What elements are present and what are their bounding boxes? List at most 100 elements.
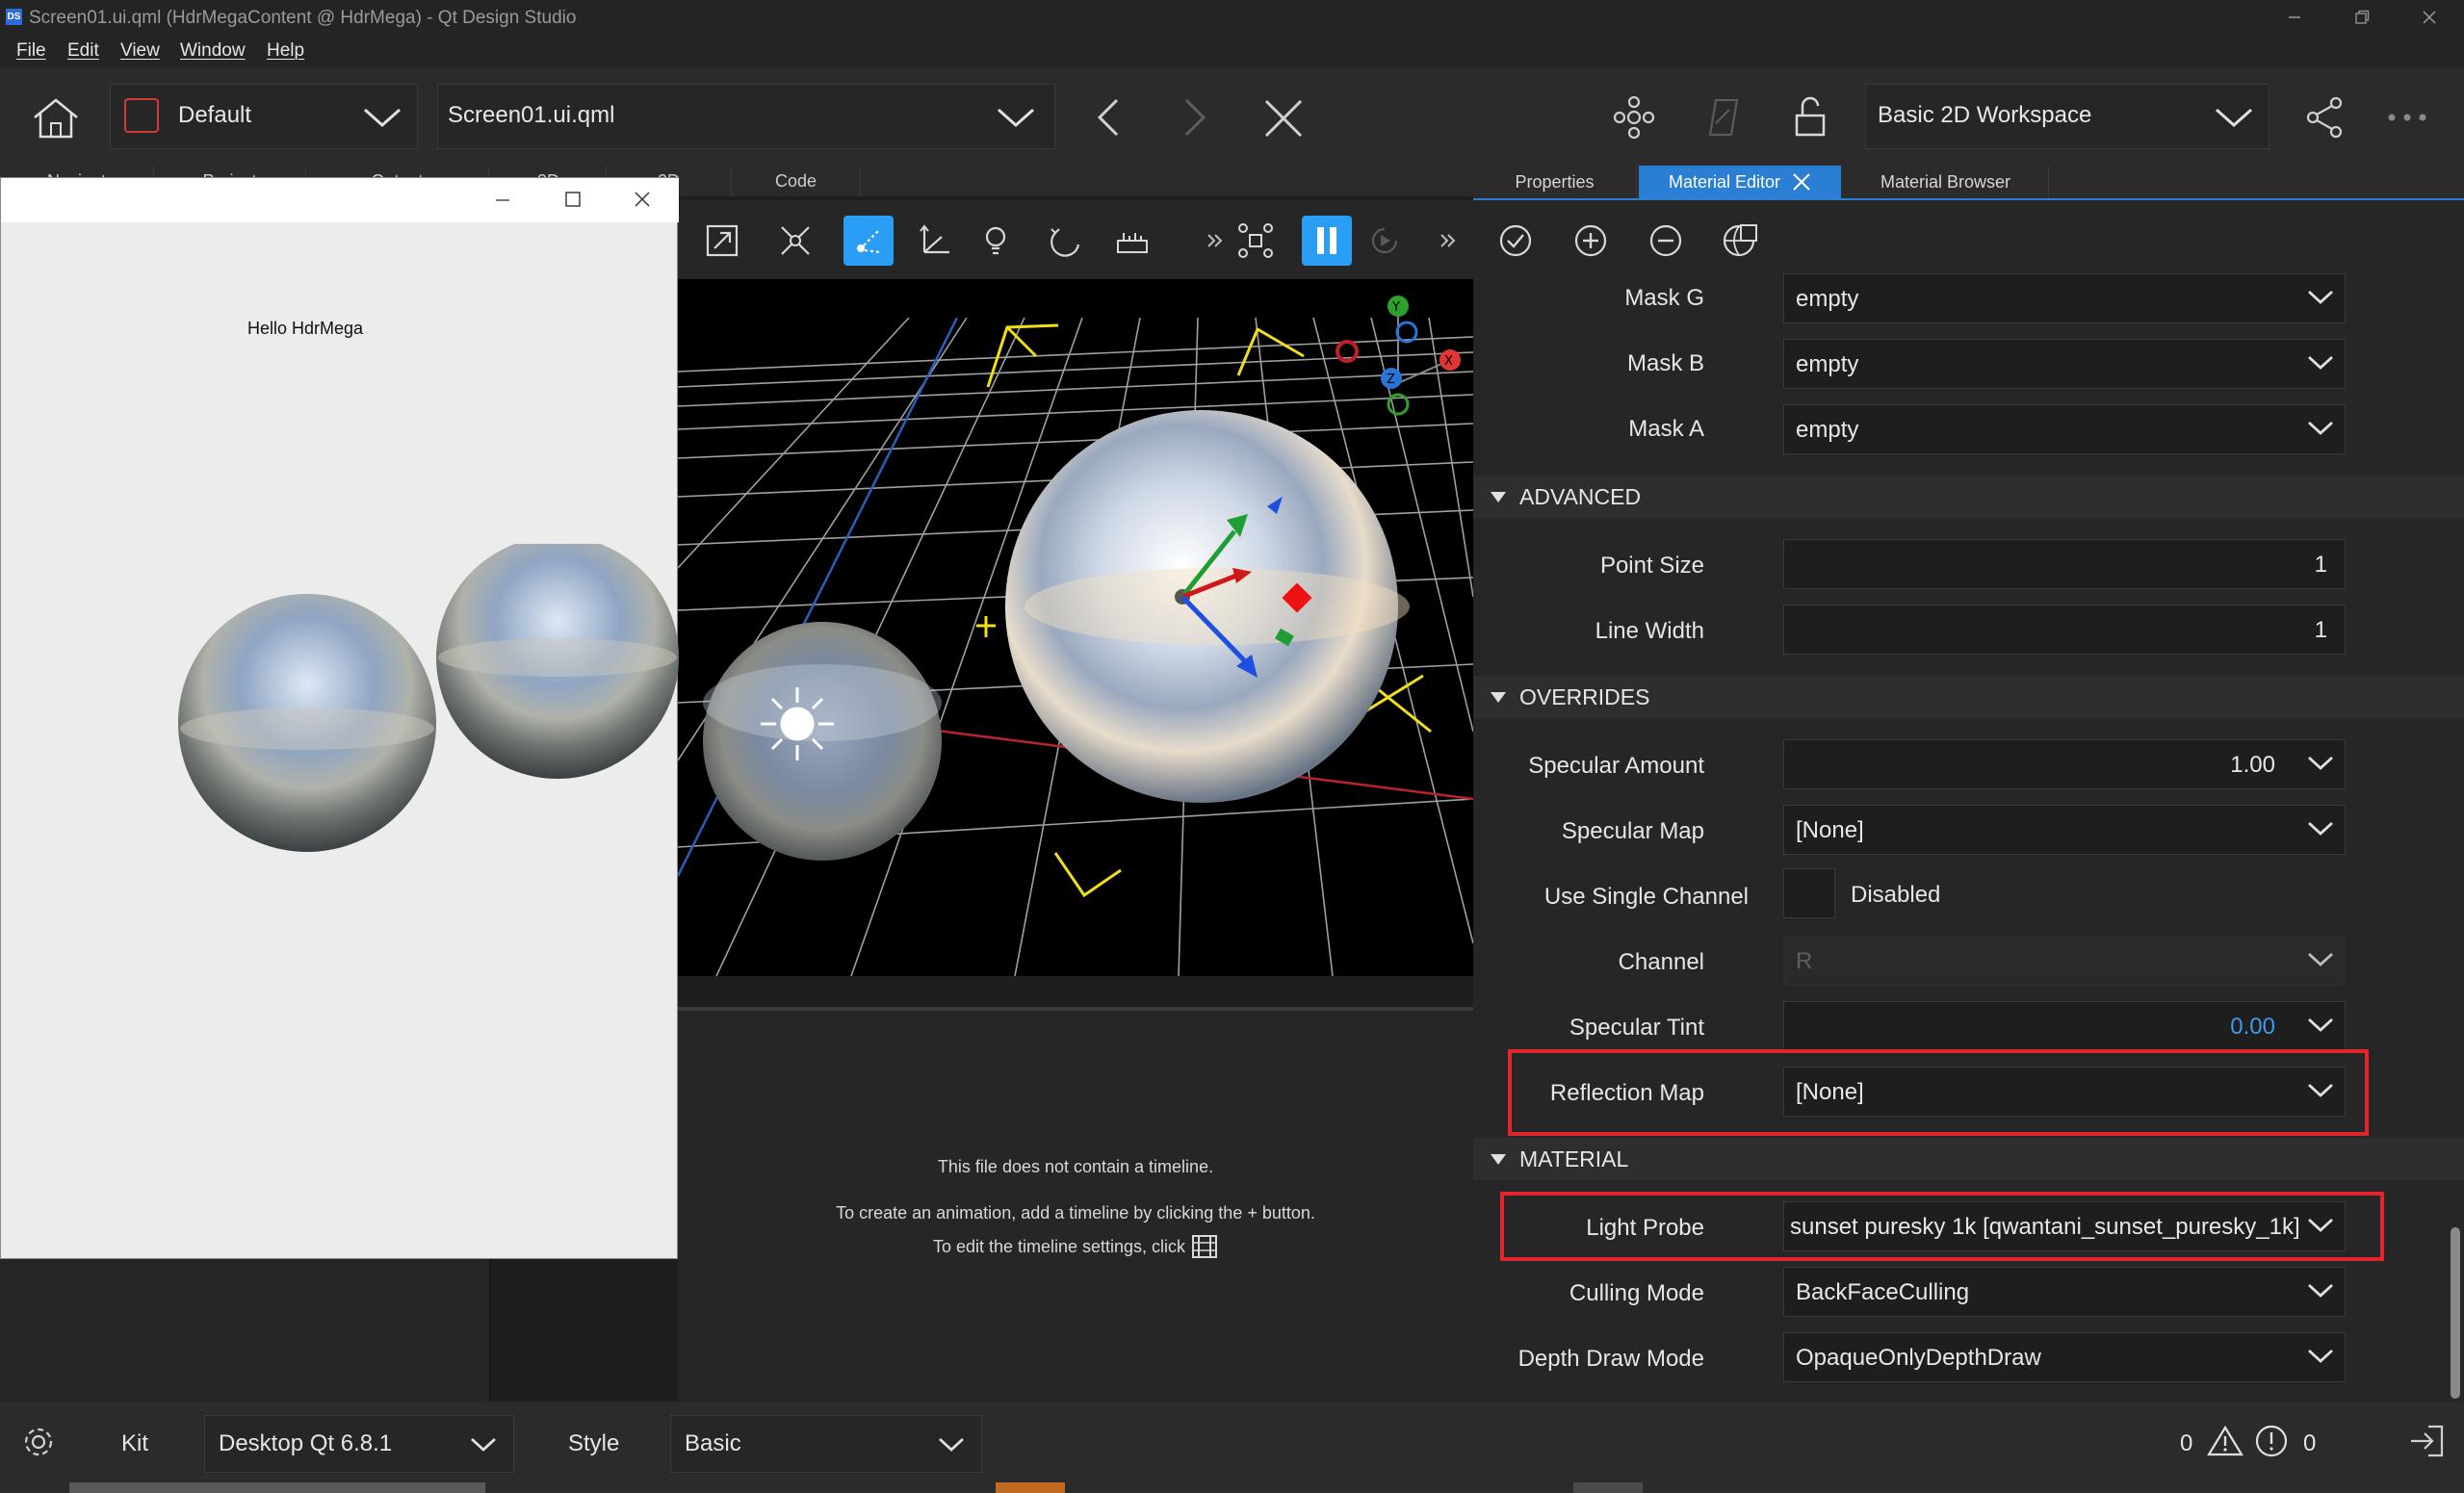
3d-viewport[interactable]: Y X Z: [678, 279, 1473, 976]
back-button[interactable]: [1094, 96, 1123, 139]
specular-amount-spinbox[interactable]: 1.00: [1783, 739, 2346, 789]
tab-properties[interactable]: Properties: [1473, 166, 1637, 198]
preset-label: Default: [178, 102, 252, 128]
specular-map-combobox[interactable]: [None]: [1783, 805, 2346, 855]
double-chevron-icon: [1207, 234, 1223, 247]
timeline-settings-text: To edit the timeline settings, click: [932, 1236, 1186, 1256]
apply-material-button[interactable]: [1498, 223, 1533, 258]
more-button[interactable]: [2386, 112, 2428, 123]
svg-text:X: X: [1444, 354, 1453, 369]
rotate-button[interactable]: [1042, 216, 1092, 266]
preview-minimize-button[interactable]: [494, 192, 511, 209]
inspector-tabs: Properties Material Editor Material Brow…: [1473, 166, 2464, 201]
add-material-button[interactable]: [1573, 223, 1608, 258]
restart-button[interactable]: [1360, 216, 1410, 266]
pause-icon: [1317, 227, 1336, 254]
workspace-selector[interactable]: Basic 2D Workspace: [1865, 84, 2269, 149]
svg-text:Z: Z: [1387, 373, 1395, 387]
overflow-button[interactable]: [1423, 216, 1473, 266]
svg-text:Y: Y: [1391, 300, 1400, 315]
section-advanced[interactable]: ADVANCED: [1473, 476, 2464, 518]
style-selector[interactable]: Basic: [670, 1415, 982, 1473]
section-overrides[interactable]: OVERRIDES: [1473, 676, 2464, 718]
film-icon[interactable]: [1191, 1234, 1218, 1259]
chevron-down-icon: [2308, 355, 2333, 370]
tab-material-browser[interactable]: Material Browser: [1843, 166, 2049, 198]
menu-window[interactable]: Window: [180, 40, 246, 62]
preview-close-button[interactable]: [633, 190, 652, 209]
move-icon: [920, 224, 949, 254]
menu-file[interactable]: File: [16, 40, 46, 62]
culling-mode-combobox[interactable]: BackFaceCulling: [1783, 1267, 2346, 1317]
menu-edit[interactable]: Edit: [67, 40, 99, 62]
document-selector[interactable]: Screen01.ui.qml: [437, 84, 1055, 149]
share-button[interactable]: [2305, 96, 2344, 139]
remove-material-button[interactable]: [1648, 223, 1683, 258]
specular-tint-spinbox[interactable]: 0.00: [1783, 1001, 2346, 1051]
select-button[interactable]: [843, 216, 894, 266]
chevron-down-icon: [2216, 108, 2252, 128]
main-toolbar: Default Screen01.ui.qml Basic 2D Workspa…: [0, 67, 2464, 167]
chevron-down-icon: [2308, 952, 2333, 966]
specular-amount-label: Specular Amount: [1528, 753, 1704, 779]
style-label: Style: [568, 1430, 620, 1456]
menu-help[interactable]: Help: [267, 40, 304, 62]
restore-button[interactable]: [2333, 0, 2391, 35]
close-icon: [2423, 11, 2436, 24]
section-material[interactable]: MATERIAL: [1473, 1138, 2464, 1180]
error-count: 0: [2303, 1430, 2317, 1456]
tab-code[interactable]: Code: [732, 166, 861, 196]
chevron-down-icon: [471, 1437, 496, 1452]
plus-circle-icon: [1574, 224, 1607, 257]
snap-button[interactable]: [770, 216, 820, 266]
pause-button[interactable]: [1302, 216, 1352, 266]
kit-label: Kit: [121, 1430, 149, 1456]
rotate-icon: [1050, 228, 1080, 257]
tab-material-editor[interactable]: Material Editor: [1639, 166, 1841, 198]
properties-scrollbar[interactable]: [2451, 1227, 2460, 1399]
more-icon: [2388, 114, 2426, 121]
minimize-button[interactable]: [2266, 0, 2323, 35]
preview-env-button[interactable]: [1722, 221, 1760, 260]
preset-color-swatch: [124, 98, 159, 133]
light-button[interactable]: [971, 216, 1021, 266]
close-button[interactable]: [2400, 0, 2458, 35]
timeline-hint-text: To create an animation, add a timeline b…: [836, 1203, 1315, 1223]
warnings-button[interactable]: [2207, 1425, 2244, 1457]
menu-view[interactable]: View: [120, 40, 160, 62]
use-single-channel-checkbox[interactable]: [1783, 868, 1835, 918]
channel-combobox[interactable]: R: [1783, 936, 2346, 986]
error-icon: [2255, 1425, 2288, 1457]
mask-g-combobox[interactable]: empty: [1783, 273, 2346, 323]
preview-maximize-button[interactable]: [563, 190, 583, 209]
material-toolbar: [1473, 200, 2464, 283]
depth-draw-mode-combobox[interactable]: OpaqueOnlyDepthDraw: [1783, 1332, 2346, 1382]
close-document-button[interactable]: [1263, 98, 1304, 139]
mask-a-combobox[interactable]: empty: [1783, 404, 2346, 454]
reflection-map-highlight: [1508, 1049, 2369, 1136]
particles-button[interactable]: [1231, 216, 1281, 266]
line-width-spinbox[interactable]: 1: [1783, 605, 2346, 655]
close-icon: [635, 192, 650, 207]
edit-component-button[interactable]: [1702, 96, 1745, 139]
close-icon[interactable]: [1792, 172, 1811, 192]
lock-button[interactable]: [1793, 94, 1828, 139]
app-logo: DS: [6, 9, 22, 25]
fit-view-button[interactable]: [697, 216, 747, 266]
warning-icon: [2207, 1425, 2244, 1456]
scale-button[interactable]: [1107, 216, 1157, 266]
collapse-triangle-icon: [1491, 1154, 1506, 1165]
move-button[interactable]: [909, 216, 959, 266]
errors-button[interactable]: [2253, 1423, 2290, 1459]
preset-selector[interactable]: Default: [110, 84, 418, 149]
window-title: Screen01.ui.qml (HdrMegaContent @ HdrMeg…: [29, 8, 577, 28]
kit-selector[interactable]: Desktop Qt 6.8.1: [204, 1415, 514, 1473]
connections-button[interactable]: [1613, 96, 1655, 139]
chevron-down-icon: [998, 108, 1034, 128]
settings-button[interactable]: [21, 1425, 56, 1459]
mask-b-combobox[interactable]: empty: [1783, 339, 2346, 389]
forward-button[interactable]: [1180, 96, 1209, 139]
home-button[interactable]: [29, 96, 83, 141]
point-size-spinbox[interactable]: 1: [1783, 539, 2346, 589]
logout-button[interactable]: [2407, 1423, 2446, 1459]
